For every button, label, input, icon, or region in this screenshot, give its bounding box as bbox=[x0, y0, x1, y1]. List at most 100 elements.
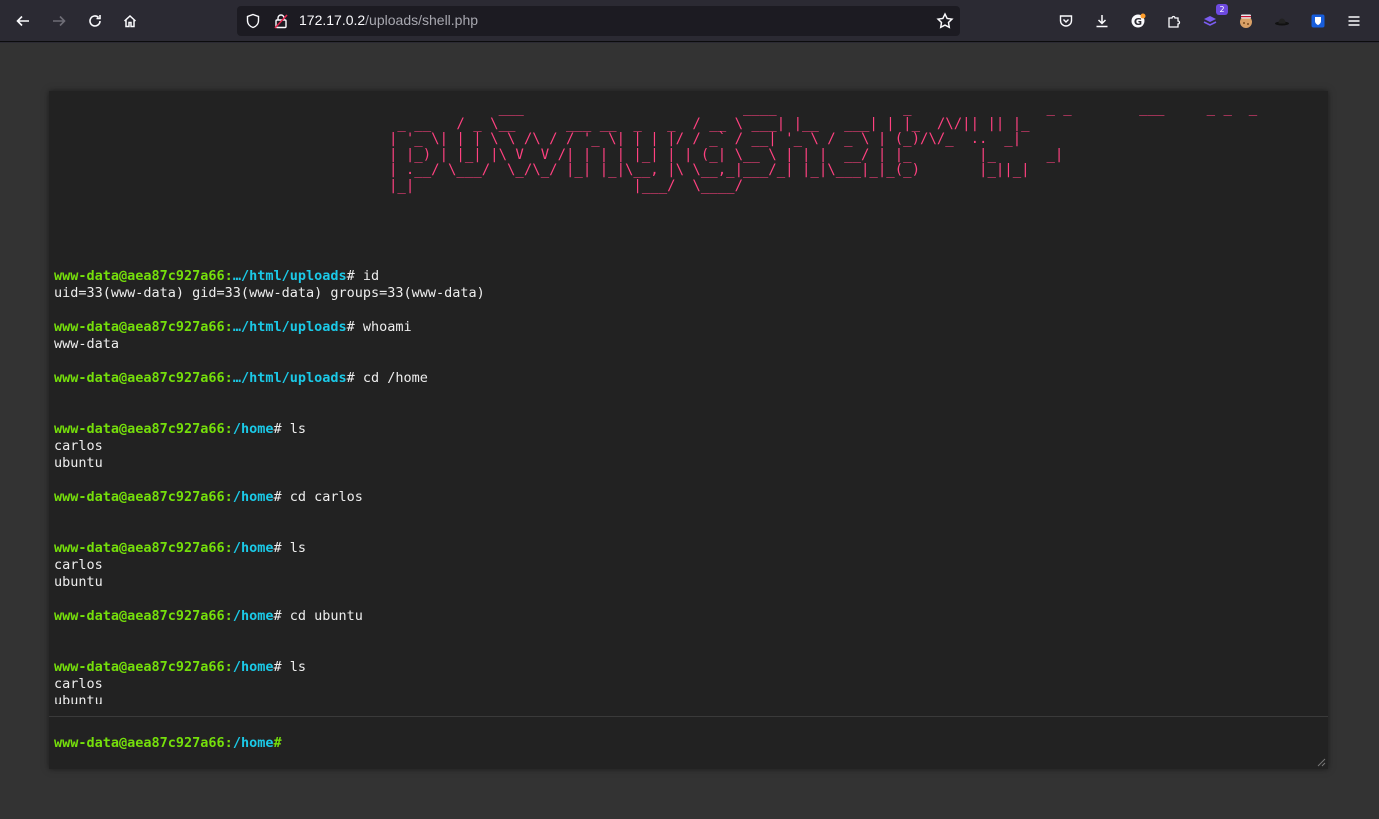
command-line: www-data@aea87c927a66:…/html/uploads# wh… bbox=[54, 319, 1322, 336]
pocket-icon bbox=[1059, 15, 1073, 27]
output-line: carlos bbox=[54, 557, 103, 573]
prompt-path: /home bbox=[232, 540, 274, 556]
prompt-path: /home bbox=[232, 659, 274, 675]
command-text: # ls bbox=[273, 540, 306, 556]
hat-extension-icon bbox=[1275, 18, 1289, 26]
prompt-user: www-data@aea87c927a66: bbox=[54, 370, 233, 386]
downloads-button[interactable] bbox=[1088, 7, 1116, 35]
google-extension-icon: G bbox=[1131, 13, 1146, 28]
hamburger-menu-icon bbox=[1348, 16, 1360, 26]
command-line: www-data@aea87c927a66:/home# ls bbox=[54, 540, 1322, 557]
pocket-button[interactable] bbox=[1052, 7, 1080, 35]
extension-cookie-button[interactable] bbox=[1232, 7, 1260, 35]
prompt-path: /home bbox=[232, 735, 274, 751]
output-line: ubuntu bbox=[54, 693, 103, 704]
back-button[interactable] bbox=[9, 7, 37, 35]
prompt-path: …/html/uploads bbox=[232, 319, 347, 335]
command-text: # cd carlos bbox=[273, 489, 363, 505]
extension-badge: 2 bbox=[1216, 4, 1228, 15]
resize-grip-icon[interactable] bbox=[1316, 757, 1326, 767]
extension-hat-button[interactable] bbox=[1268, 7, 1296, 35]
command-line: www-data@aea87c927a66:…/html/uploads# cd… bbox=[54, 370, 1322, 387]
command-line: www-data@aea87c927a66:…/html/uploads# id bbox=[54, 268, 1322, 285]
extension-google-button[interactable]: G bbox=[1124, 7, 1152, 35]
prompt-user: www-data@aea87c927a66: bbox=[54, 489, 233, 505]
terminal-output: www-data@aea87c927a66:…/html/uploads# id… bbox=[54, 268, 1322, 704]
tracking-shield-icon[interactable] bbox=[245, 13, 261, 29]
command-text: # id bbox=[346, 268, 380, 284]
output-line: carlos bbox=[54, 676, 103, 692]
command-input[interactable] bbox=[281, 733, 1311, 753]
terminal-entry: www-data@aea87c927a66:/home# ls carlos ubu… bbox=[54, 540, 1322, 608]
url-text[interactable]: 172.17.0.2/uploads/shell.php bbox=[299, 12, 478, 28]
address-bar[interactable]: 172.17.0.2/uploads/shell.php bbox=[237, 6, 960, 36]
page-viewport: ___ ____ _ _ _ ___ _ _ _ _ __ / _ \__ __… bbox=[0, 43, 1379, 819]
back-arrow-icon bbox=[16, 15, 29, 27]
command-line: www-data@aea87c927a66:/home# ls bbox=[54, 659, 1322, 676]
output-line: ubuntu bbox=[54, 574, 103, 590]
ascii-banner: ___ ____ _ _ _ ___ _ _ _ _ __ / _ \__ __… bbox=[389, 100, 1258, 194]
prompt-user: www-data@aea87c927a66: bbox=[54, 540, 233, 556]
command-line: www-data@aea87c927a66:/home# cd ubuntu bbox=[54, 608, 1322, 625]
command-text: # ls bbox=[273, 421, 306, 437]
bookmark-star-icon[interactable] bbox=[936, 12, 954, 30]
terminal-entry: www-data@aea87c927a66:…/html/uploads# cd… bbox=[54, 370, 1322, 421]
terminal-entry: www-data@aea87c927a66:…/html/uploads# id… bbox=[54, 268, 1322, 319]
puzzle-icon bbox=[1168, 15, 1181, 28]
download-icon bbox=[1096, 15, 1108, 28]
insecure-lock-icon[interactable] bbox=[273, 13, 289, 29]
extension-layers-button[interactable]: 2 bbox=[1196, 4, 1228, 35]
prompt-path: /home bbox=[232, 421, 274, 437]
shell-panel: ___ ____ _ _ _ ___ _ _ _ _ __ / _ \__ __… bbox=[49, 91, 1328, 769]
prompt-user: www-data@aea87c927a66: bbox=[54, 421, 233, 437]
extensions-button[interactable] bbox=[1160, 7, 1188, 35]
terminal-entry: www-data@aea87c927a66:/home# cd carlos bbox=[54, 489, 1322, 540]
bitwarden-shield-icon bbox=[1311, 14, 1325, 28]
home-icon bbox=[123, 14, 137, 28]
prompt-path: …/html/uploads bbox=[232, 268, 347, 284]
output-line: www-data bbox=[54, 336, 120, 352]
browser-toolbar: 172.17.0.2/uploads/shell.php G 2 bbox=[0, 0, 1379, 42]
forward-button[interactable] bbox=[45, 7, 73, 35]
prompt-user: www-data@aea87c927a66: bbox=[54, 735, 233, 751]
terminal-entry: www-data@aea87c927a66:/home# ls carlos ubu… bbox=[54, 659, 1322, 704]
prompt-path: /home bbox=[232, 489, 274, 505]
command-line: www-data@aea87c927a66:/home# cd carlos bbox=[54, 489, 1322, 506]
output-line: ubuntu bbox=[54, 455, 103, 471]
output-line: carlos bbox=[54, 438, 103, 454]
terminal-entry: www-data@aea87c927a66:…/html/uploads# wh… bbox=[54, 319, 1322, 370]
output-line: uid=33(www-data) gid=33(www-data) groups… bbox=[54, 285, 485, 301]
command-input-row: www-data@aea87c927a66:/home# bbox=[49, 716, 1328, 769]
home-button[interactable] bbox=[116, 7, 144, 35]
prompt-path: …/html/uploads bbox=[232, 370, 347, 386]
reload-icon bbox=[89, 15, 101, 27]
input-prompt: www-data@aea87c927a66:/home# bbox=[54, 735, 282, 752]
prompt-user: www-data@aea87c927a66: bbox=[54, 659, 233, 675]
layers-extension-icon bbox=[1203, 16, 1217, 26]
command-text: # ls bbox=[273, 659, 306, 675]
svg-text:G: G bbox=[1134, 17, 1142, 28]
url-host: 172.17.0.2 bbox=[299, 12, 366, 28]
url-path: /uploads/shell.php bbox=[365, 12, 479, 28]
prompt-user: www-data@aea87c927a66: bbox=[54, 319, 233, 335]
prompt-user: www-data@aea87c927a66: bbox=[54, 268, 233, 284]
menu-button[interactable] bbox=[1340, 7, 1368, 35]
forward-arrow-icon bbox=[53, 15, 66, 27]
extension-shield-button[interactable] bbox=[1304, 7, 1332, 35]
cookie-extension-icon bbox=[1240, 14, 1252, 28]
command-text: # cd ubuntu bbox=[273, 608, 363, 624]
terminal-entry: www-data@aea87c927a66:/home# cd ubuntu bbox=[54, 608, 1322, 659]
prompt-path: /home bbox=[232, 608, 274, 624]
reload-button[interactable] bbox=[81, 7, 109, 35]
command-text: # cd /home bbox=[346, 370, 428, 386]
